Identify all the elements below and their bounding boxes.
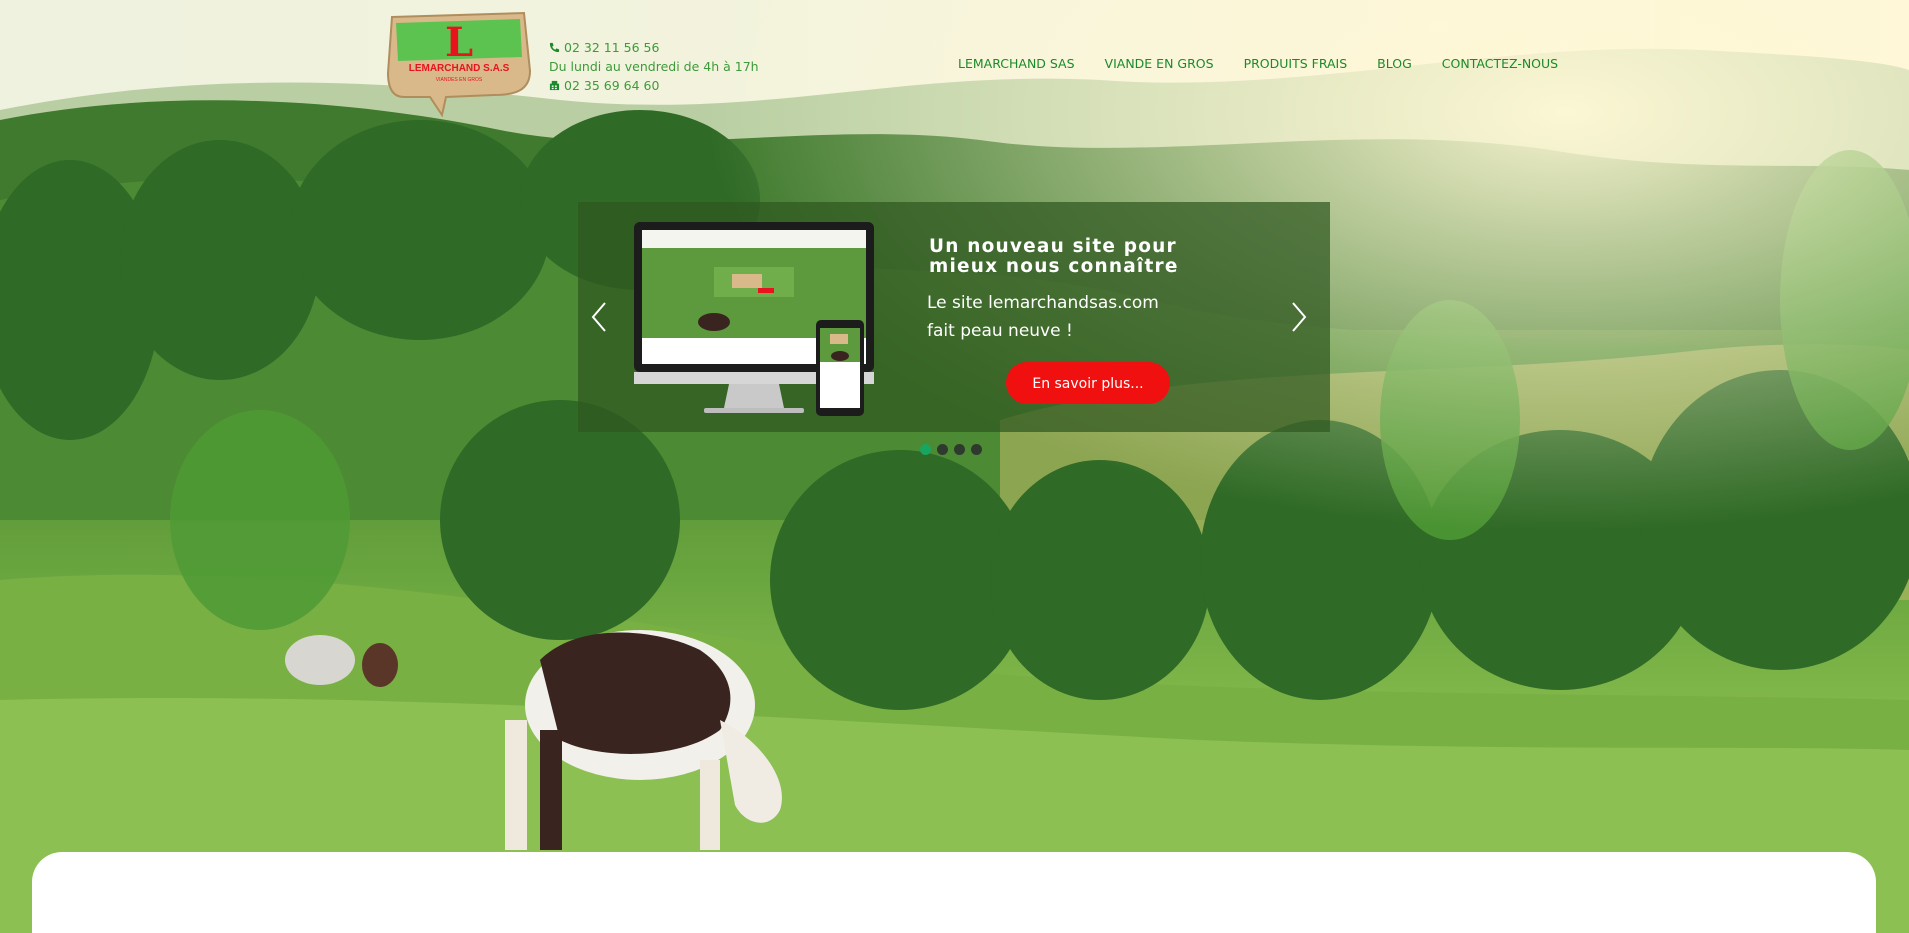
learn-more-button[interactable]: En savoir plus... [1006,362,1170,404]
opening-hours: Du lundi au vendredi de 4h à 17h [549,59,759,74]
phone-row[interactable]: 02 32 11 56 56 [549,38,759,57]
carousel-dot-4[interactable] [971,444,982,455]
nav-item-contactez-nous[interactable]: CONTACTEZ-NOUS [1442,56,1558,71]
chevron-left-icon[interactable] [588,300,610,334]
nav-item-lemarchand-sas[interactable]: LEMARCHAND SAS [958,56,1075,71]
main-nav: LEMARCHAND SAS VIANDE EN GROS PRODUITS F… [958,56,1558,71]
carousel-indicators [920,444,982,455]
slide-title: Un nouveau site pour mieux nous connaîtr… [929,236,1179,277]
carousel-dot-3[interactable] [954,444,965,455]
fax-row: 02 35 69 64 60 [549,76,759,95]
fax-icon [549,80,560,91]
company-logo[interactable]: L LEMARCHAND S.A.S VIANDES EN GROS [384,11,534,117]
contact-info: 02 32 11 56 56 Du lundi au vendredi de 4… [549,38,759,95]
hero-background: L LEMARCHAND S.A.S VIANDES EN GROS 02 32… [0,0,1909,933]
nav-item-viande-en-gros[interactable]: VIANDE EN GROS [1105,56,1214,71]
hero-carousel: Un nouveau site pour mieux nous connaîtr… [578,202,1330,432]
hours-row: Du lundi au vendredi de 4h à 17h [549,57,759,76]
phone-icon [549,42,560,53]
slide-text: Le site lemarchandsas.com fait peau neuv… [927,293,1159,341]
website-devices-image [634,222,874,416]
carousel-dot-1[interactable] [920,444,931,455]
nav-item-blog[interactable]: BLOG [1377,56,1412,71]
fax-number: 02 35 69 64 60 [564,78,660,93]
logo-letter: L [445,19,473,66]
chevron-right-icon[interactable] [1288,300,1310,334]
content-card [32,852,1876,933]
landscape-image [0,0,1909,933]
logo-name: LEMARCHAND S.A.S [409,63,510,74]
logo-tagline: VIANDES EN GROS [436,77,483,83]
nav-item-produits-frais[interactable]: PRODUITS FRAIS [1244,56,1348,71]
phone-number[interactable]: 02 32 11 56 56 [564,38,659,57]
carousel-dot-2[interactable] [937,444,948,455]
